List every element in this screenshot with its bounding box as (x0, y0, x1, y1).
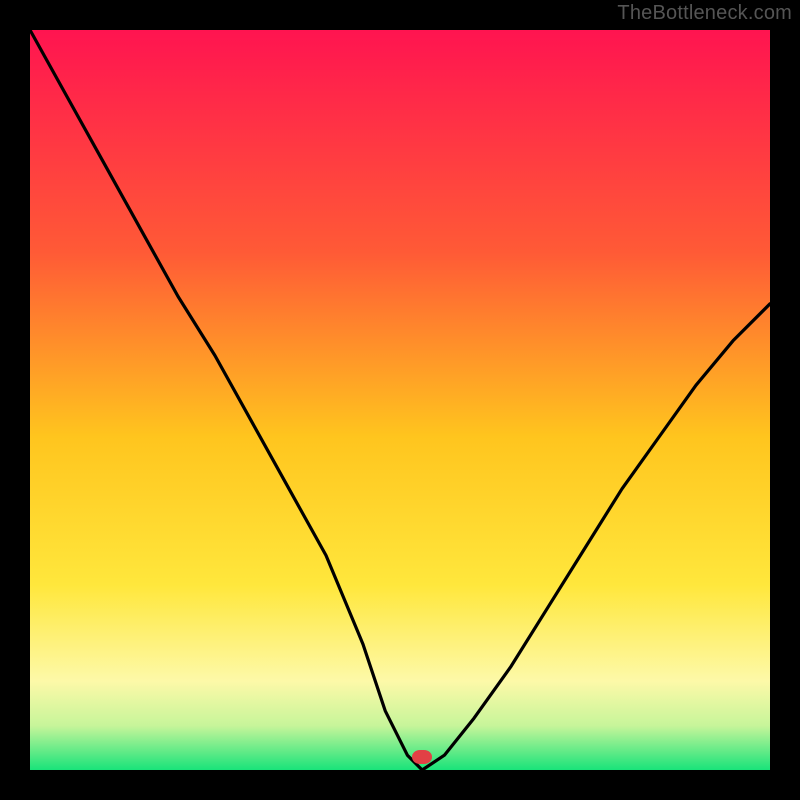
bottleneck-curve (30, 30, 770, 770)
optimal-point-marker (412, 750, 432, 764)
chart-frame: TheBottleneck.com (0, 0, 800, 800)
watermark-text: TheBottleneck.com (617, 2, 792, 25)
plot-area (30, 30, 770, 770)
